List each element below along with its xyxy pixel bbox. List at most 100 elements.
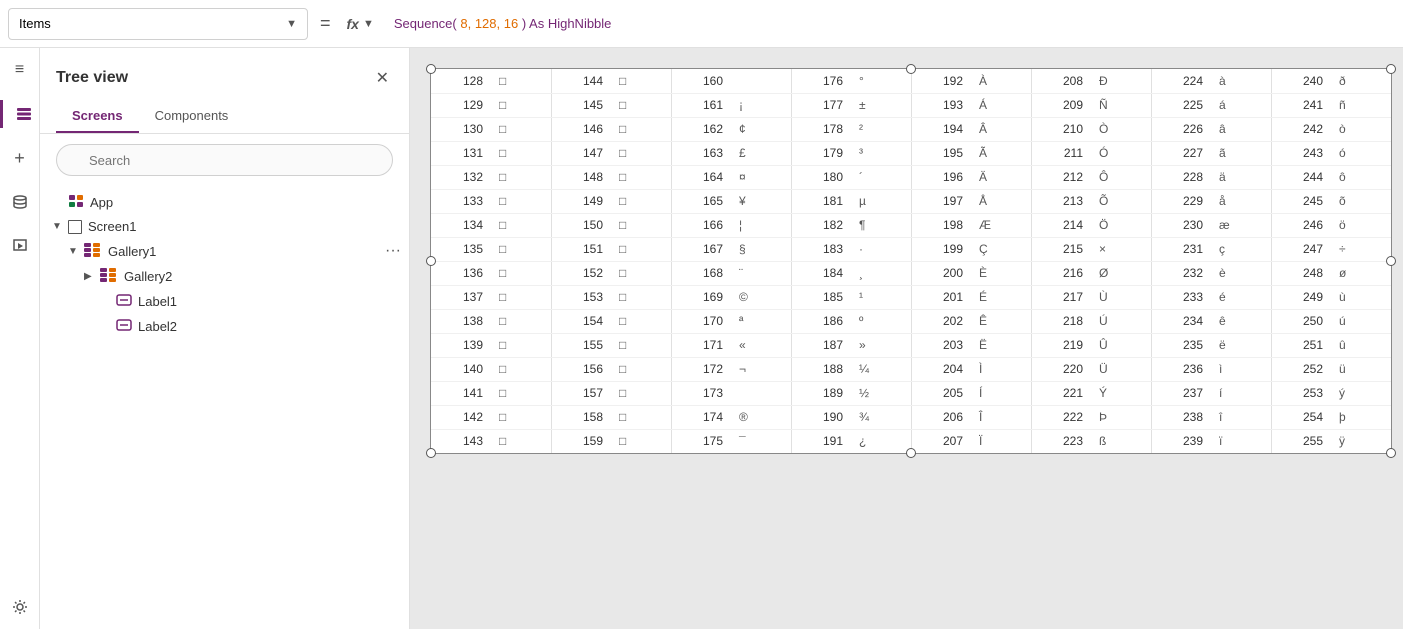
- char-num: 240: [1271, 69, 1331, 93]
- tab-screens[interactable]: Screens: [56, 100, 139, 133]
- gallery1-more-icon[interactable]: ···: [385, 242, 401, 260]
- char-num: 192: [911, 69, 971, 93]
- search-bar: 🔍: [40, 134, 409, 186]
- resize-handle-tm[interactable]: [906, 64, 916, 74]
- char-glyph: □: [611, 261, 671, 285]
- settings-icon[interactable]: [6, 593, 34, 621]
- char-num: 162: [671, 117, 731, 141]
- char-num: 161: [671, 93, 731, 117]
- char-num: 151: [551, 237, 611, 261]
- char-glyph: ¢: [731, 117, 791, 141]
- char-glyph: «: [731, 333, 791, 357]
- table-row: 129□145□161¡177±193Á209Ñ225á241ñ: [431, 93, 1391, 117]
- char-glyph: □: [611, 285, 671, 309]
- resize-handle-bl[interactable]: [426, 448, 436, 458]
- char-num: 184: [791, 261, 851, 285]
- char-glyph: ¯: [731, 429, 791, 453]
- char-glyph: Ç: [971, 237, 1031, 261]
- tree-item-gallery2[interactable]: ▶ Gallery2: [40, 264, 409, 289]
- char-num: 235: [1151, 333, 1211, 357]
- char-glyph: À: [971, 69, 1031, 93]
- char-num: 232: [1151, 261, 1211, 285]
- formula-bar[interactable]: Sequence( 8, 128, 16 ) As HighNibble: [386, 16, 1395, 31]
- media-icon[interactable]: [6, 232, 34, 260]
- char-glyph: ¥: [731, 189, 791, 213]
- fx-button[interactable]: fx ▼: [343, 16, 378, 32]
- char-glyph: □: [491, 285, 551, 309]
- char-glyph: Ô: [1091, 165, 1151, 189]
- char-num: 174: [671, 405, 731, 429]
- layers-icon[interactable]: [0, 100, 39, 128]
- tree-panel: Tree view ✕ Screens Components 🔍 App: [40, 48, 410, 629]
- char-glyph: □: [611, 429, 671, 453]
- resize-handle-br[interactable]: [1386, 448, 1396, 458]
- gallery2-chevron-icon: ▶: [84, 271, 96, 282]
- char-num: 223: [1031, 429, 1091, 453]
- tree-close-button[interactable]: ✕: [372, 64, 393, 92]
- char-glyph: □: [611, 213, 671, 237]
- tab-components[interactable]: Components: [139, 100, 245, 133]
- char-glyph: ß: [1091, 429, 1151, 453]
- char-glyph: õ: [1331, 189, 1391, 213]
- char-glyph: □: [611, 405, 671, 429]
- tree-item-gallery1[interactable]: ▼ Gallery1 ···: [40, 238, 409, 264]
- tree-item-screen1[interactable]: ▼ Screen1: [40, 215, 409, 238]
- tree-item-app[interactable]: App: [40, 190, 409, 215]
- gallery2-icon: [100, 268, 118, 285]
- char-glyph: ô: [1331, 165, 1391, 189]
- char-glyph: Ï: [971, 429, 1031, 453]
- char-num: 168: [671, 261, 731, 285]
- char-num: 187: [791, 333, 851, 357]
- char-num: 155: [551, 333, 611, 357]
- char-num: 253: [1271, 381, 1331, 405]
- char-glyph: □: [491, 381, 551, 405]
- fx-chevron-icon: ▼: [363, 18, 374, 30]
- char-num: 185: [791, 285, 851, 309]
- char-num: 214: [1031, 213, 1091, 237]
- char-glyph: ²: [851, 117, 911, 141]
- char-glyph: Ö: [1091, 213, 1151, 237]
- resize-handle-bm[interactable]: [906, 448, 916, 458]
- plus-icon[interactable]: +: [6, 144, 34, 172]
- database-icon[interactable]: [6, 188, 34, 216]
- app-icon: [68, 194, 84, 211]
- table-row: 133□149□165¥181µ197Å213Õ229å245õ: [431, 189, 1391, 213]
- char-num: 135: [431, 237, 491, 261]
- resize-handle-tr[interactable]: [1386, 64, 1396, 74]
- char-num: 219: [1031, 333, 1091, 357]
- char-num: 132: [431, 165, 491, 189]
- canvas-area: 128□144□160176°192À208Ð224à240ð129□145□1…: [410, 48, 1403, 629]
- resize-handle-tl[interactable]: [426, 64, 436, 74]
- char-glyph: ð: [1331, 69, 1391, 93]
- table-row: 141□157□173­189½205Í221Ý237í253ý: [431, 381, 1391, 405]
- resize-handle-mr[interactable]: [1386, 256, 1396, 266]
- char-glyph: Â: [971, 117, 1031, 141]
- char-glyph: È: [971, 261, 1031, 285]
- hamburger-icon[interactable]: ≡: [6, 56, 34, 84]
- char-num: 166: [671, 213, 731, 237]
- char-glyph: Ä: [971, 165, 1031, 189]
- char-num: 239: [1151, 429, 1211, 453]
- tree-items: App ▼ Screen1 ▼ Gallery1 ··· ▶: [40, 186, 409, 629]
- gallery1-chevron-icon: ▼: [68, 246, 80, 257]
- char-glyph: ¤: [731, 165, 791, 189]
- tree-panel-title: Tree view: [56, 69, 128, 87]
- char-glyph: □: [491, 141, 551, 165]
- char-num: 242: [1271, 117, 1331, 141]
- char-glyph: û: [1331, 333, 1391, 357]
- char-glyph: ¦: [731, 213, 791, 237]
- tree-item-label2[interactable]: Label2: [40, 314, 409, 339]
- char-num: 204: [911, 357, 971, 381]
- char-glyph: Û: [1091, 333, 1151, 357]
- search-input[interactable]: [56, 144, 393, 176]
- tree-item-label1[interactable]: Label1: [40, 289, 409, 314]
- resize-handle-ml[interactable]: [426, 256, 436, 266]
- items-dropdown[interactable]: Items ▼: [8, 8, 308, 40]
- char-num: 210: [1031, 117, 1091, 141]
- char-num: 143: [431, 429, 491, 453]
- char-num: 133: [431, 189, 491, 213]
- char-num: 129: [431, 93, 491, 117]
- char-num: 193: [911, 93, 971, 117]
- gallery-container[interactable]: 128□144□160176°192À208Ð224à240ð129□145□1…: [430, 68, 1392, 454]
- char-num: 243: [1271, 141, 1331, 165]
